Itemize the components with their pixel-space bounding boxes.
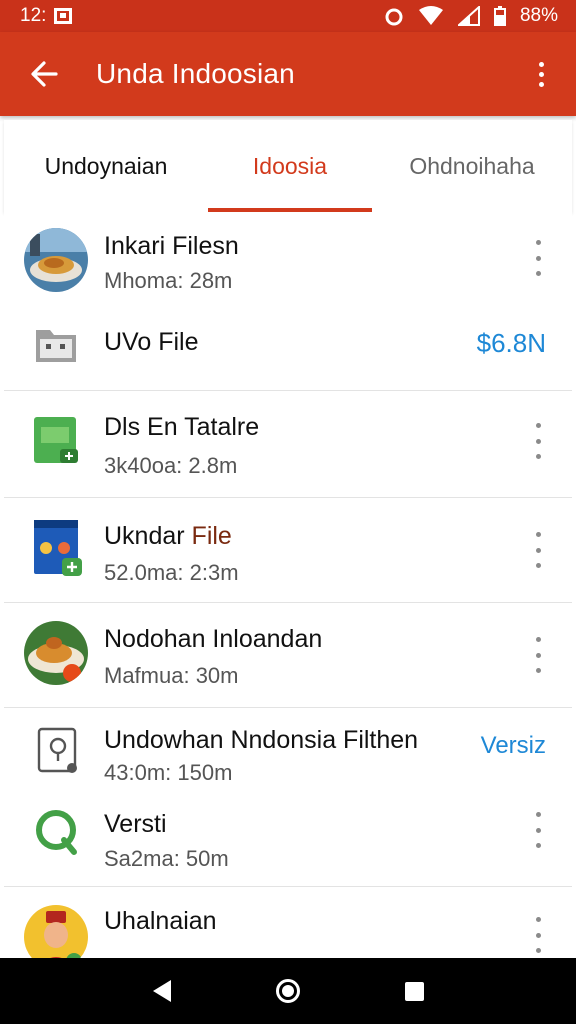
green-app-icon bbox=[34, 417, 78, 463]
item-subtitle: Sa2ma: 50m bbox=[104, 846, 229, 871]
list-item[interactable]: Versti Sa2ma: 50m bbox=[4, 796, 572, 886]
food-photo-icon bbox=[24, 621, 88, 685]
battery-icon bbox=[493, 6, 506, 26]
list-item[interactable]: UVo File $6.8N bbox=[4, 312, 572, 390]
item-menu-button[interactable] bbox=[532, 917, 544, 953]
item-title: Ukndar File bbox=[104, 522, 232, 551]
app-bar: Unda Indoosian bbox=[0, 32, 576, 116]
item-title: Inkari Filesn bbox=[104, 232, 239, 260]
blue-doc-icon bbox=[34, 520, 82, 576]
tab-undoynaian[interactable]: Undoynaian bbox=[4, 120, 208, 212]
more-vert-icon bbox=[538, 61, 544, 67]
phone-doc-icon bbox=[37, 727, 77, 773]
more-vert-icon bbox=[535, 917, 541, 922]
status-bar: 12: 88% bbox=[0, 0, 576, 32]
more-vert-icon bbox=[535, 532, 541, 537]
item-title: Dls En Tatalre bbox=[104, 413, 260, 441]
green-q-icon bbox=[36, 810, 77, 855]
list-item[interactable]: Dls En Tatalre 3k40oa: 2.8m bbox=[4, 391, 572, 497]
more-vert-icon bbox=[535, 637, 541, 642]
list-item[interactable]: Ukndar File 52.0ma: 2:3m bbox=[4, 498, 572, 602]
item-subtitle: 3k40oa: 2.8m bbox=[104, 453, 238, 478]
item-menu-button[interactable] bbox=[532, 812, 544, 848]
item-price: $6.8N bbox=[476, 328, 546, 358]
item-title: Versti bbox=[104, 810, 167, 838]
alarm-icon bbox=[385, 8, 403, 26]
list-item[interactable]: Inkari Filesn Mhoma: 28m bbox=[4, 212, 572, 312]
nav-back-icon[interactable] bbox=[152, 980, 171, 1002]
more-vert-icon bbox=[535, 812, 541, 817]
more-vert-icon bbox=[535, 423, 541, 428]
item-title-accent: File bbox=[191, 522, 232, 550]
item-title: Nodohan Inloandan bbox=[104, 625, 323, 653]
status-left: 12: bbox=[20, 5, 73, 27]
notification-icon bbox=[54, 8, 73, 24]
item-menu-button[interactable] bbox=[532, 637, 544, 673]
status-right: 88% bbox=[384, 5, 558, 27]
item-subtitle: Mhoma: 28m bbox=[104, 268, 233, 293]
nav-home-icon[interactable] bbox=[275, 979, 300, 1003]
item-menu-button[interactable] bbox=[532, 423, 544, 459]
status-time: 12: bbox=[20, 5, 47, 26]
file-list: Inkari Filesn Mhoma: 28m UVo File $6.8N … bbox=[4, 212, 572, 958]
food-photo-icon bbox=[24, 228, 88, 292]
battery-percent: 88% bbox=[519, 5, 558, 26]
more-vert-icon bbox=[535, 240, 541, 245]
item-subtitle: Mafmua: 30m bbox=[104, 663, 239, 688]
tab-idoosia[interactable]: Idoosia bbox=[208, 120, 372, 212]
item-menu-button[interactable] bbox=[532, 240, 544, 276]
tab-bar: Undoynaian Idoosia Ohdnoihaha bbox=[4, 120, 572, 212]
item-badge[interactable]: Versiz bbox=[481, 732, 546, 760]
wifi-icon bbox=[418, 6, 443, 25]
nav-recents-icon[interactable] bbox=[404, 981, 424, 1001]
folder-icon bbox=[36, 330, 76, 362]
arrow-back-icon bbox=[31, 61, 58, 87]
list-item[interactable]: Uhalnaian bbox=[4, 887, 572, 958]
item-menu-button[interactable] bbox=[532, 532, 544, 568]
item-title-main: Ukndar bbox=[104, 522, 185, 550]
item-title: UVo File bbox=[104, 328, 199, 356]
tab-ohdnoihaha[interactable]: Ohdnoihaha bbox=[372, 120, 572, 212]
list-item[interactable]: Undowhan Nndonsia Filthen 43:0m: 150m Ve… bbox=[4, 708, 572, 796]
overflow-menu-button[interactable] bbox=[526, 52, 556, 96]
item-title: Uhalnaian bbox=[104, 907, 217, 935]
item-title: Undowhan Nndonsia Filthen bbox=[104, 726, 419, 754]
back-button[interactable] bbox=[22, 52, 66, 96]
system-nav-bar bbox=[0, 958, 576, 1024]
list-item[interactable]: Nodohan Inloandan Mafmua: 30m bbox=[4, 603, 572, 707]
item-subtitle: 43:0m: 150m bbox=[104, 760, 233, 785]
signal-icon bbox=[457, 6, 480, 26]
page-title: Unda Indoosian bbox=[96, 58, 295, 89]
item-subtitle: 52.0ma: 2:3m bbox=[104, 560, 239, 585]
avatar-icon bbox=[24, 905, 88, 958]
